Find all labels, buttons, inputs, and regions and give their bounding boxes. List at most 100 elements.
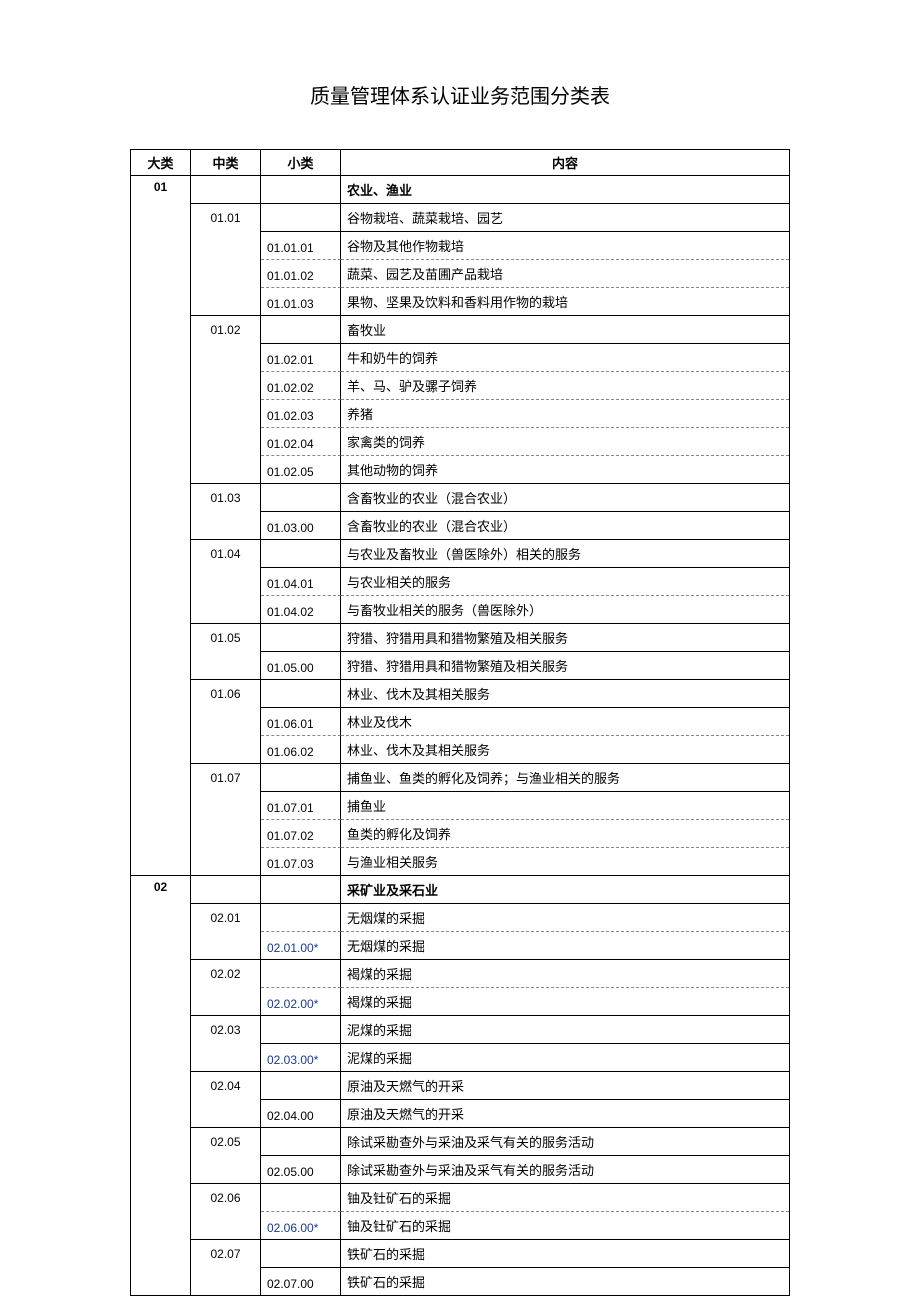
cell-sub <box>261 1240 341 1268</box>
cell-sub: 02.04.00 <box>261 1100 341 1128</box>
cell-content: 果物、坚果及饮料和香料用作物的栽培 <box>341 288 789 316</box>
cell-content: 与渔业相关服务 <box>341 848 789 876</box>
table-row: 01.01.02蔬菜、园艺及苗圃产品栽培 <box>131 260 789 288</box>
cell-sub: 01.06.02 <box>261 736 341 764</box>
cell-sub <box>261 624 341 652</box>
cell-sub <box>261 764 341 792</box>
cell-sub <box>261 204 341 232</box>
table-header-row: 大类 中类 小类 内容 <box>131 150 789 176</box>
table-row: 01.05狩猎、狩猎用具和猎物繁殖及相关服务 <box>131 624 789 652</box>
cell-sub: 01.01.02 <box>261 260 341 288</box>
cell-sub: 01.01.03 <box>261 288 341 316</box>
table-row: 01.02畜牧业 <box>131 316 789 344</box>
cell-content: 无烟煤的采掘 <box>341 932 789 960</box>
cell-mid <box>191 1156 261 1184</box>
cell-sub <box>261 1184 341 1212</box>
cell-sub <box>261 904 341 932</box>
cell-mid <box>191 568 261 596</box>
cell-sub: 01.02.01 <box>261 344 341 372</box>
cell-major <box>131 1016 191 1044</box>
cell-content: 养猪 <box>341 400 789 428</box>
cell-content: 鱼类的孵化及饲养 <box>341 820 789 848</box>
cell-sub: 01.02.04 <box>261 428 341 456</box>
table-row: 01.03含畜牧业的农业（混合农业） <box>131 484 789 512</box>
cell-mid <box>191 232 261 260</box>
cell-mid: 02.06 <box>191 1184 261 1212</box>
cell-major <box>131 1128 191 1156</box>
cell-content: 泥煤的采掘 <box>341 1016 789 1044</box>
cell-mid: 02.01 <box>191 904 261 932</box>
table-row: 02.02褐煤的采掘 <box>131 960 789 988</box>
cell-sub: 01.04.02 <box>261 596 341 624</box>
table-row: 02.02.00*褐煤的采掘 <box>131 988 789 1016</box>
cell-sub <box>261 540 341 568</box>
table-row: 01.02.03养猪 <box>131 400 789 428</box>
cell-sub <box>261 316 341 344</box>
cell-sub <box>261 484 341 512</box>
table-row: 01.06.01林业及伐木 <box>131 708 789 736</box>
cell-major <box>131 624 191 652</box>
cell-content: 铁矿石的采掘 <box>341 1240 789 1268</box>
cell-major <box>131 1184 191 1212</box>
cell-content: 褐煤的采掘 <box>341 960 789 988</box>
table-row: 01.01.01谷物及其他作物栽培 <box>131 232 789 260</box>
cell-content: 与农业及畜牧业（兽医除外）相关的服务 <box>341 540 789 568</box>
cell-major <box>131 904 191 932</box>
cell-mid: 01.04 <box>191 540 261 568</box>
cell-sub: 02.06.00* <box>261 1212 341 1240</box>
cell-sub: 01.06.01 <box>261 708 341 736</box>
cell-major <box>131 1044 191 1072</box>
table-row: 02.01 无烟煤的采掘 <box>131 904 789 932</box>
table-row: 01.02.01牛和奶牛的饲养 <box>131 344 789 372</box>
cell-content: 铁矿石的采掘 <box>341 1268 789 1296</box>
table-row: 01.06.02林业、伐木及其相关服务 <box>131 736 789 764</box>
table-row: 02.06铀及钍矿石的采掘 <box>131 1184 789 1212</box>
cell-major: 01 <box>131 176 191 204</box>
table-row: 01.07捕鱼业、鱼类的孵化及饲养；与渔业相关的服务 <box>131 764 789 792</box>
cell-major <box>131 652 191 680</box>
table-row: 01.02.05其他动物的饲养 <box>131 456 789 484</box>
header-mid: 中类 <box>191 150 261 176</box>
cell-mid <box>191 736 261 764</box>
table-row: 01.07.02鱼类的孵化及饲养 <box>131 820 789 848</box>
cell-major <box>131 820 191 848</box>
cell-major <box>131 596 191 624</box>
cell-mid: 02.05 <box>191 1128 261 1156</box>
page-title: 质量管理体系认证业务范围分类表 <box>0 80 920 109</box>
cell-sub: 02.05.00 <box>261 1156 341 1184</box>
table-row: 01.01谷物栽培、蔬菜栽培、园艺 <box>131 204 789 232</box>
cell-major <box>131 988 191 1016</box>
cell-mid <box>191 1100 261 1128</box>
header-content: 内容 <box>341 150 789 176</box>
cell-mid: 02.03 <box>191 1016 261 1044</box>
cell-sub: 02.01.00* <box>261 932 341 960</box>
cell-sub <box>261 176 341 204</box>
cell-major <box>131 316 191 344</box>
cell-content: 谷物栽培、蔬菜栽培、园艺 <box>341 204 789 232</box>
cell-sub: 01.05.00 <box>261 652 341 680</box>
cell-sub: 02.07.00 <box>261 1268 341 1296</box>
cell-content: 无烟煤的采掘 <box>341 904 789 932</box>
cell-content: 狩猎、狩猎用具和猎物繁殖及相关服务 <box>341 624 789 652</box>
cell-major <box>131 344 191 372</box>
cell-mid: 02.07 <box>191 1240 261 1268</box>
cell-content: 含畜牧业的农业（混合农业） <box>341 484 789 512</box>
header-major: 大类 <box>131 150 191 176</box>
cell-mid <box>191 876 261 904</box>
cell-mid: 02.04 <box>191 1072 261 1100</box>
cell-major <box>131 232 191 260</box>
cell-content: 谷物及其他作物栽培 <box>341 232 789 260</box>
cell-major <box>131 456 191 484</box>
cell-mid <box>191 792 261 820</box>
cell-content: 捕鱼业、鱼类的孵化及饲养；与渔业相关的服务 <box>341 764 789 792</box>
cell-sub: 01.02.02 <box>261 372 341 400</box>
cell-major <box>131 1268 191 1296</box>
cell-content: 家禽类的饲养 <box>341 428 789 456</box>
cell-content: 狩猎、狩猎用具和猎物繁殖及相关服务 <box>341 652 789 680</box>
table-row: 01.03.00含畜牧业的农业（混合农业） <box>131 512 789 540</box>
table-row: 02.06.00*铀及钍矿石的采掘 <box>131 1212 789 1240</box>
cell-mid <box>191 1044 261 1072</box>
table-row: 02.07 铁矿石的采掘 <box>131 1240 789 1268</box>
table-row: 02.05除试采勘查外与采油及采气有关的服务活动 <box>131 1128 789 1156</box>
table-row: 02.07.00铁矿石的采掘 <box>131 1268 789 1296</box>
